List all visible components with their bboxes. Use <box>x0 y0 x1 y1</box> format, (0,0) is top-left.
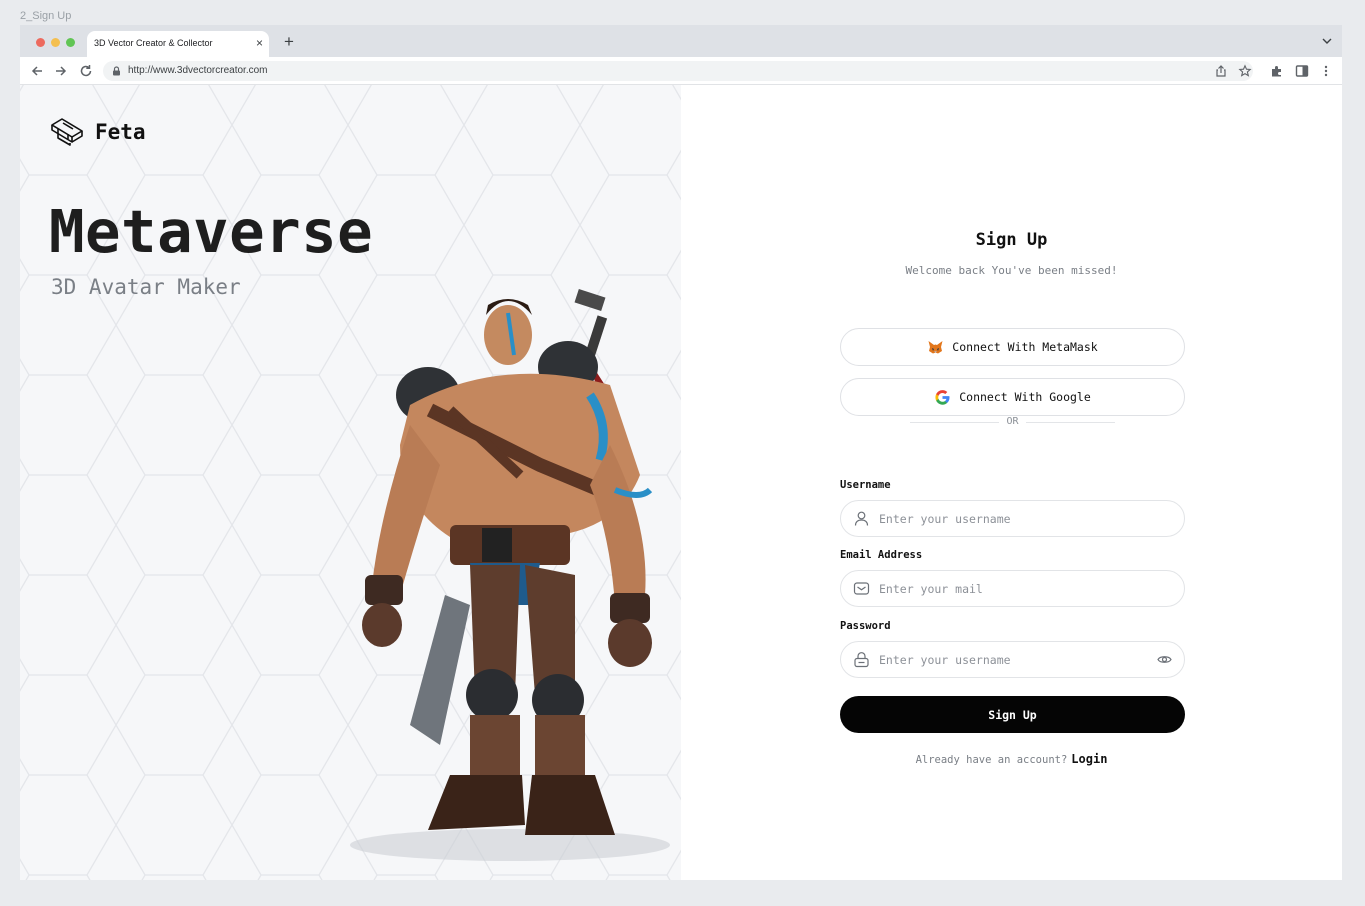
or-divider: OR <box>910 416 1115 430</box>
tab-bar: 3D Vector Creator & Collector × + <box>20 25 1342 57</box>
metamask-label: Connect With MetaMask <box>952 340 1098 354</box>
new-tab-icon[interactable]: + <box>284 33 294 51</box>
hero-panel: Feta Metaverse 3D Avatar Maker <box>20 85 681 880</box>
lock-icon <box>113 66 120 76</box>
username-input[interactable] <box>879 501 1149 536</box>
divider-line-right <box>1026 422 1115 423</box>
hero-subtitle: 3D Avatar Maker <box>51 275 241 299</box>
window-maximize-dot[interactable] <box>66 38 75 47</box>
window-close-dot[interactable] <box>36 38 45 47</box>
password-label: Password <box>840 620 891 632</box>
email-field[interactable] <box>840 570 1185 607</box>
extensions-puzzle-icon[interactable] <box>1270 64 1284 78</box>
username-label: Username <box>840 479 891 491</box>
login-prompt-text: Already have an account? <box>915 754 1068 766</box>
star-icon[interactable] <box>1238 64 1252 78</box>
eye-icon[interactable] <box>1157 652 1172 667</box>
metamask-fox-icon <box>928 340 943 353</box>
sign-up-button[interactable]: Sign Up <box>840 696 1185 733</box>
chevron-down-icon[interactable] <box>1321 35 1333 47</box>
forward-arrow-icon[interactable] <box>53 63 69 79</box>
kebab-menu-icon[interactable] <box>1319 64 1333 78</box>
signup-title: Sign Up <box>975 230 1048 250</box>
google-g-icon <box>935 389 950 405</box>
password-input[interactable] <box>879 642 1149 677</box>
email-label: Email Address <box>840 549 923 561</box>
window-minimize-dot[interactable] <box>51 38 60 47</box>
user-icon <box>854 511 869 526</box>
hero-title: Metaverse <box>49 197 374 266</box>
login-link[interactable]: Login <box>1071 752 1107 766</box>
3d-avatar-illustration <box>350 289 670 861</box>
username-field[interactable] <box>840 500 1185 537</box>
tab-title: 3D Vector Creator & Collector <box>94 38 213 48</box>
browser-window: 3D Vector Creator & Collector × + http:/… <box>20 25 1342 880</box>
lock-icon <box>854 652 869 668</box>
frame-label: 2_Sign Up <box>20 10 72 22</box>
url-text: http://www.3dvectorcreator.com <box>128 65 268 76</box>
brand-name: Feta <box>95 120 146 144</box>
share-icon[interactable] <box>1214 64 1228 78</box>
side-panel-icon[interactable] <box>1295 64 1309 78</box>
connect-metamask-button[interactable]: Connect With MetaMask <box>840 328 1185 366</box>
connect-google-button[interactable]: Connect With Google <box>840 378 1185 416</box>
google-label: Connect With Google <box>959 390 1091 404</box>
mail-icon <box>853 582 870 595</box>
address-bar[interactable]: http://www.3dvectorcreator.com <box>103 61 1253 81</box>
back-arrow-icon[interactable] <box>29 63 45 79</box>
tab-close-icon[interactable]: × <box>256 36 263 50</box>
login-prompt: Already have an account? Login <box>681 752 1342 766</box>
password-field[interactable] <box>840 641 1185 678</box>
feta-logo-icon <box>51 118 83 146</box>
active-tab[interactable]: 3D Vector Creator & Collector × <box>87 31 269 57</box>
signup-panel: Sign Up Welcome back You've been missed!… <box>681 85 1342 880</box>
reload-icon[interactable] <box>78 63 94 79</box>
email-input[interactable] <box>879 571 1149 606</box>
browser-toolbar: http://www.3dvectorcreator.com <box>20 57 1342 85</box>
signup-subtitle: Welcome back You've been missed! <box>905 264 1118 277</box>
